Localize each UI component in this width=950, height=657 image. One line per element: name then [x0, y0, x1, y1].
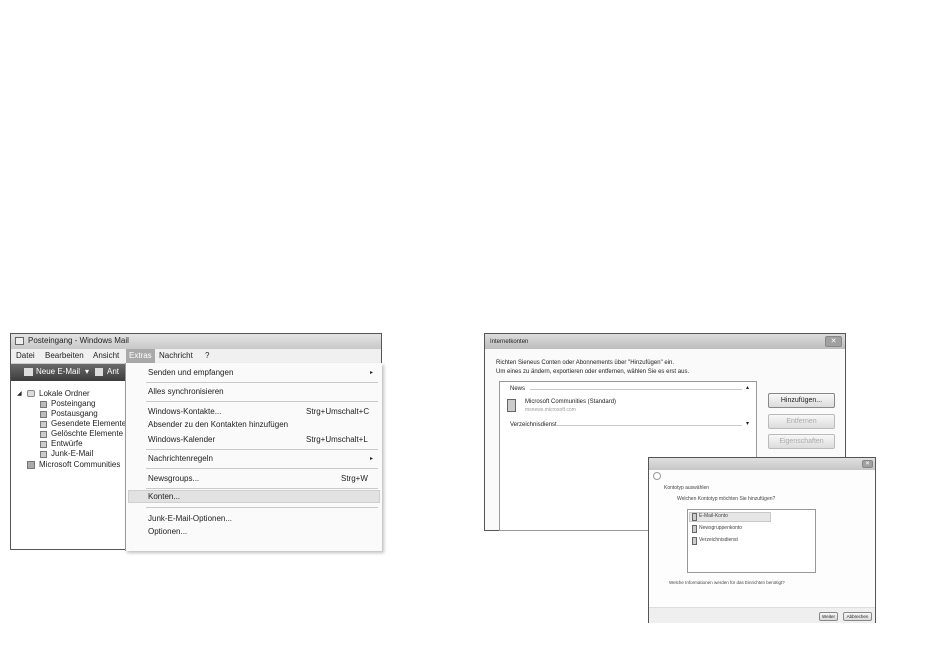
menu-separator — [146, 401, 378, 402]
menu-ansicht[interactable]: Ansicht — [93, 351, 119, 361]
menu-item-accounts[interactable]: Konten... — [148, 492, 180, 502]
section-news-line — [530, 389, 742, 390]
menu-separator — [146, 468, 378, 469]
newsgroup-account-icon — [507, 399, 516, 412]
email-account-icon — [692, 513, 697, 521]
newsgroup-account-icon — [27, 461, 35, 469]
menu-item-junk-options[interactable]: Junk-E-Mail-Optionen... — [148, 514, 232, 524]
section-directory-line — [556, 425, 742, 426]
menu-datei[interactable]: Datei — [16, 351, 35, 361]
mail-toolbar: Neue E-Mail ▾ Ant — [11, 364, 125, 381]
local-folders-icon — [27, 390, 35, 397]
account-type-option[interactable]: E-Mail-Konto — [699, 513, 728, 520]
menu-item-options[interactable]: Optionen... — [148, 527, 187, 537]
toolbar-next-button[interactable]: Ant — [107, 367, 119, 377]
select-dialog-footer: Weiter Abbrechen — [649, 607, 875, 623]
select-account-type-dialog: ✕ Kontotyp auswählen Welchen Kontotyp mö… — [648, 457, 876, 623]
tree-root[interactable]: Lokale Ordner — [39, 389, 90, 399]
account-properties-button[interactable]: Eigenschaften — [768, 434, 835, 449]
expand-directory-icon[interactable]: ▾ — [746, 420, 749, 428]
collapse-news-icon[interactable]: ▴ — [746, 384, 749, 392]
newsgroup-account-icon — [692, 525, 697, 533]
folder-item[interactable]: Junk-E-Mail — [51, 449, 93, 459]
reply-icon — [95, 368, 103, 376]
menu-separator — [146, 488, 378, 489]
menu-item-calendar[interactable]: Windows-Kalender — [148, 435, 215, 445]
folder-item[interactable]: Posteingang — [51, 399, 95, 409]
menu-separator — [146, 507, 378, 508]
inbox-icon — [40, 401, 47, 408]
back-arrow-icon[interactable] — [653, 472, 661, 480]
menu-item-rules[interactable]: Nachrichtenregeln — [148, 454, 213, 464]
folder-item[interactable]: Entwürfe — [51, 439, 83, 449]
submenu-arrow-icon: ▸ — [370, 456, 374, 462]
accounts-dialog-title: Internetkonten — [490, 339, 529, 345]
extras-menu: Senden und empfangen ▸ Alles synchronisi… — [125, 363, 382, 551]
close-button[interactable]: ✕ — [825, 336, 842, 347]
menu-separator — [146, 449, 378, 450]
mail-app-icon — [15, 337, 24, 345]
mail-window: Posteingang - Windows Mail Datei Bearbei… — [10, 333, 382, 551]
menu-item-newsgroups[interactable]: Newsgroups... — [148, 474, 199, 484]
section-directory: Verzeichnisdienst — [510, 422, 557, 428]
account-server: msnews.microsoft.com — [525, 407, 576, 413]
new-mail-button[interactable]: Neue E-Mail — [36, 367, 80, 377]
shortcut-calendar: Strg+Umschalt+L — [306, 435, 368, 444]
outbox-icon — [40, 411, 47, 418]
expand-toggle-icon[interactable]: ◢ — [17, 389, 22, 399]
directory-service-icon — [692, 537, 697, 545]
menu-item-sync-all[interactable]: Alles synchronisieren — [148, 387, 224, 397]
close-button[interactable]: ✕ — [862, 460, 873, 468]
shortcut-contacts: Strg+Umschalt+C — [306, 407, 370, 416]
account-type-option[interactable]: Newsgruppenkonto — [699, 525, 742, 532]
mail-window-title: Posteingang - Windows Mail — [28, 336, 129, 345]
new-mail-icon — [24, 368, 33, 376]
cancel-button[interactable]: Abbrechen — [843, 612, 872, 621]
accounts-instruction-1: Richten Sieneus Conten oder Abonnements … — [496, 360, 675, 366]
menu-nachricht[interactable]: Nachricht — [159, 351, 193, 361]
new-mail-dropdown-icon[interactable]: ▾ — [85, 367, 89, 377]
menu-extras[interactable]: Extras — [126, 349, 155, 363]
select-dialog-prompt: Welchen Kontotyp möchten Sie hinzufügen? — [677, 496, 776, 502]
drafts-icon — [40, 441, 47, 448]
remove-account-button[interactable]: Entfernen — [768, 414, 835, 429]
select-dialog-title-bar: ✕ — [649, 458, 875, 470]
folder-tree: ◢ Lokale Ordner Posteingang Postausgang … — [11, 382, 126, 550]
accounts-title-bar: Internetkonten ✕ — [485, 334, 845, 349]
menu-help[interactable]: ? — [205, 351, 209, 361]
next-button[interactable]: Weiter — [819, 612, 838, 621]
shortcut-newsgroups: Strg+W — [341, 474, 368, 483]
mail-title-bar: Posteingang - Windows Mail — [11, 334, 381, 349]
accounts-instruction-2: Um eines zu ändern, exportieren oder ent… — [496, 369, 690, 375]
folder-item[interactable]: Postausgang — [51, 409, 98, 419]
folder-item[interactable]: Gesendete Elemente — [51, 419, 126, 429]
sent-icon — [40, 421, 47, 428]
account-type-option[interactable]: Verzeichnisdienst — [699, 537, 738, 544]
mail-menubar: Datei Bearbeiten Ansicht Extras Nachrich… — [11, 349, 381, 364]
submenu-arrow-icon: ▸ — [370, 370, 374, 376]
account-type-list[interactable]: E-Mail-Konto Newsgruppenkonto Verzeichni… — [687, 509, 816, 573]
menu-separator — [146, 382, 378, 383]
section-news: News — [510, 386, 526, 392]
account-item[interactable]: Microsoft Communities — [39, 460, 120, 470]
select-dialog-title: Kontotyp auswählen — [664, 485, 710, 491]
junk-icon — [40, 451, 47, 458]
menu-item-add-sender[interactable]: Absender zu den Kontakten hinzufügen — [148, 420, 288, 430]
deleted-icon — [40, 431, 47, 438]
add-account-button[interactable]: Hinzufügen... — [768, 393, 835, 408]
menu-bearbeiten[interactable]: Bearbeiten — [45, 351, 84, 361]
folder-item[interactable]: Gelöschte Elemente — [51, 429, 123, 439]
menu-item-send-receive[interactable]: Senden und empfangen — [148, 368, 233, 378]
account-name[interactable]: Microsoft Communities (Standard) — [525, 398, 616, 406]
menu-item-contacts[interactable]: Windows-Kontakte... — [148, 407, 221, 417]
info-link[interactable]: Welche Informationen werden für das Einr… — [669, 579, 785, 586]
